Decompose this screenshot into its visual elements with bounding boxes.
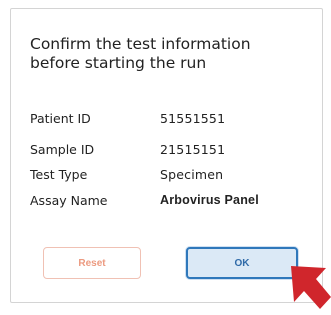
sample-id-value: 21515151 <box>160 142 226 157</box>
ok-button[interactable]: OK <box>186 247 298 279</box>
dialog-title-line-1: Confirm the test information <box>30 35 251 53</box>
patient-id-label: Patient ID <box>30 111 91 126</box>
field-row-patient-id: Patient ID 51551551 <box>30 111 310 131</box>
patient-id-value: 51551551 <box>160 111 226 126</box>
assay-name-value: Arbovirus Panel <box>160 193 259 207</box>
test-type-label: Test Type <box>30 167 88 182</box>
sample-id-label: Sample ID <box>30 142 95 157</box>
assay-name-label: Assay Name <box>30 193 108 208</box>
dialog-title: Confirm the test information before star… <box>30 35 305 73</box>
field-row-sample-id: Sample ID 21515151 <box>30 142 310 162</box>
field-row-test-type: Test Type Specimen <box>30 167 310 187</box>
field-row-assay-name: Assay Name Arbovirus Panel <box>30 193 310 213</box>
dialog-title-line-2: before starting the run <box>30 54 207 72</box>
test-type-value: Specimen <box>160 167 224 182</box>
reset-button[interactable]: Reset <box>43 247 141 279</box>
